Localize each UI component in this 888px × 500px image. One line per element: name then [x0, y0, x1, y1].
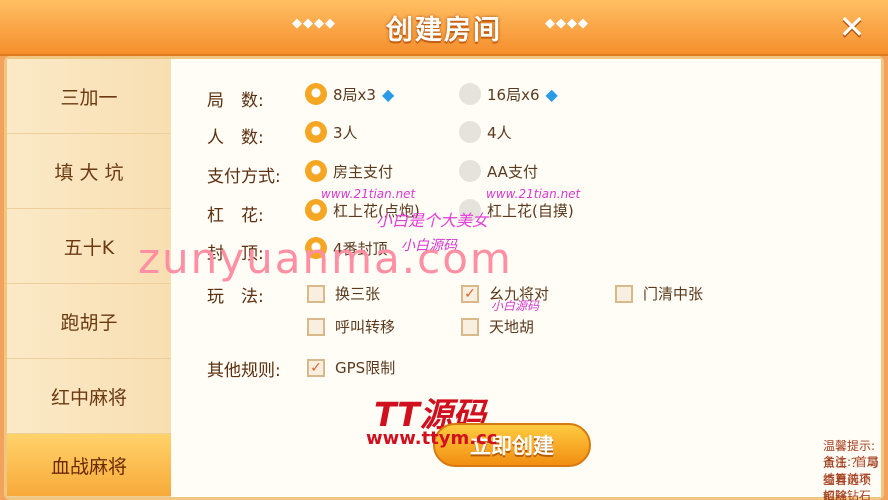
checkbox-checked-icon: ✓ — [461, 284, 479, 303]
checkbox-icon — [307, 284, 325, 303]
option-label: 16局x6 — [487, 85, 540, 104]
radio-icon — [459, 83, 481, 105]
diamond-icon: ◆ — [545, 84, 558, 104]
radio-selected-icon — [305, 199, 327, 221]
option-payment-host[interactable]: 房主支付 — [305, 160, 393, 182]
sidebar-item-sanjiayi[interactable]: 三加一 — [7, 59, 171, 134]
option-label: GPS限制 — [335, 359, 396, 377]
label-other: 其他规则: — [207, 361, 281, 381]
watermark-girl: 小白是个大美女 — [376, 211, 489, 230]
option-players-4[interactable]: 4人 — [459, 121, 512, 143]
option-label: 呼叫转移 — [335, 318, 396, 336]
option-payment-aa[interactable]: AA支付 — [459, 160, 538, 182]
label-play: 玩 法: — [207, 287, 264, 307]
title-deco-right: ◆◆◆◆ — [545, 16, 589, 31]
sidebar-item-hongzhong[interactable]: 红中麻将 — [7, 359, 171, 434]
option-label: 4人 — [487, 123, 512, 142]
watermark-site-2: www.21tian.net — [486, 187, 581, 201]
watermark-big: zunyuanma.com — [138, 234, 513, 283]
option-label: 3人 — [333, 123, 358, 142]
radio-icon — [459, 160, 481, 182]
sidebar-item-paohuzi[interactable]: 跑胡子 — [7, 284, 171, 359]
option-label: 房主支付 — [333, 162, 394, 181]
radio-icon — [459, 121, 481, 143]
label-rounds: 局 数: — [207, 91, 264, 111]
option-other-gps[interactable]: ✓ GPS限制 — [307, 357, 395, 378]
close-icon[interactable]: ✕ — [830, 7, 874, 47]
checkbox-icon — [307, 317, 325, 336]
option-rounds-16[interactable]: 16局x6 ◆ — [459, 83, 558, 105]
checkbox-checked-icon: ✓ — [307, 358, 325, 377]
label-players: 人 数: — [207, 128, 264, 148]
hint-line-2: 备注: 首局结算前不扣除钻石 — [823, 455, 879, 500]
radio-selected-icon — [305, 121, 327, 143]
checkbox-icon — [615, 284, 633, 303]
diamond-icon: ◆ — [381, 84, 395, 104]
sidebar-item-xuezhan[interactable]: 血战麻将 — [7, 434, 171, 497]
option-label: 门清中张 — [643, 285, 704, 303]
option-play-menqing[interactable]: 门清中张 — [615, 283, 703, 304]
label-payment: 支付方式: — [207, 167, 281, 187]
option-rounds-8[interactable]: 8局x3 ◆ — [305, 83, 394, 105]
title-bar: ◆◆◆◆ 创建房间 ◆◆◆◆ ✕ — [0, 0, 888, 56]
sidebar-item-tiandakeng[interactable]: 填 大 坑 — [7, 134, 171, 209]
watermark-site-1: www.21tian.net — [321, 187, 416, 201]
option-players-3[interactable]: 3人 — [305, 121, 358, 143]
label-gang: 杠 花: — [207, 206, 264, 226]
option-label: 杠上花(自摸) — [487, 201, 574, 220]
option-play-tiandihu[interactable]: 天地胡 — [461, 316, 534, 337]
option-play-huansanzhang[interactable]: 换三张 — [307, 283, 380, 304]
radio-selected-icon — [305, 83, 327, 105]
radio-selected-icon — [305, 160, 327, 182]
option-label: 换三张 — [335, 285, 381, 303]
watermark-tt-site: www.ttym.cc — [366, 428, 498, 449]
watermark-small-3: 小白源码 — [491, 299, 540, 313]
option-play-hujiao[interactable]: 呼叫转移 — [307, 316, 395, 337]
page-title: 创建房间 — [386, 15, 502, 46]
option-label: 天地胡 — [489, 318, 535, 336]
checkbox-icon — [461, 317, 479, 336]
option-label: AA支付 — [487, 162, 538, 181]
option-label: 8局x3 — [333, 85, 376, 104]
